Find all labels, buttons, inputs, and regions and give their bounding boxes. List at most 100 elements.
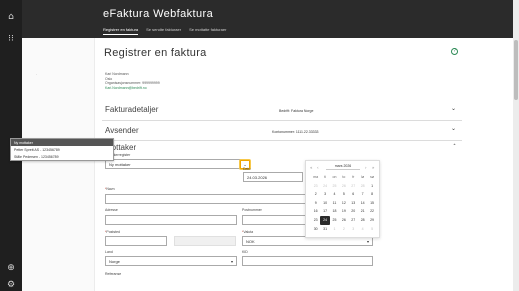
register-select[interactable]: Ny mottaker xyxy=(105,159,241,169)
calendar-day[interactable]: 4 xyxy=(358,225,367,234)
calendar-grid: ma ti on to fr lø sø 23 24 25 26 27 28 1 2 3 4 5 6 7 8 9 10 11 1… xyxy=(311,173,377,233)
tab-sent[interactable]: Se sendte fakturaer xyxy=(146,27,181,35)
dropdown-option[interactable]: Ståle Pedersen - 123456789 xyxy=(11,153,113,160)
calendar-day[interactable]: 24 xyxy=(320,182,329,191)
tab-bar: Registrer en faktura Se sendte fakturaer… xyxy=(103,27,226,35)
calendar-day[interactable]: 3 xyxy=(349,225,358,234)
currency-value: NOK xyxy=(246,239,255,244)
calendar-day[interactable]: 26 xyxy=(339,216,348,225)
calendar-day[interactable]: 28 xyxy=(358,182,367,191)
chevron-down-icon[interactable]: ⌄ xyxy=(451,105,456,112)
caret-down-icon: ▾ xyxy=(366,239,369,244)
calendar-day[interactable]: 11 xyxy=(330,199,339,208)
language-icon[interactable]: ⊕ xyxy=(6,263,16,273)
caret-down-icon: ▾ xyxy=(230,259,233,264)
calendar-day[interactable]: 21 xyxy=(358,207,367,216)
calendar-day[interactable]: 13 xyxy=(349,199,358,208)
kid-input[interactable] xyxy=(242,256,373,266)
calendar-day[interactable]: 3 xyxy=(320,190,329,199)
register-value: Ny mottaker xyxy=(109,162,131,167)
calendar-day[interactable]: 30 xyxy=(311,225,320,234)
calendar-day[interactable]: 16 xyxy=(311,207,320,216)
date-label: Dato xyxy=(243,167,251,171)
calendar-day[interactable]: 28 xyxy=(358,216,367,225)
scrollbar[interactable] xyxy=(513,0,519,291)
dropdown-option[interactable]: Ny mottaker xyxy=(11,139,113,146)
chevron-down-icon[interactable]: ⌄ xyxy=(451,125,456,132)
calendar-day[interactable]: 4 xyxy=(330,190,339,199)
calendar-day[interactable]: 12 xyxy=(339,199,348,208)
prev-month-icon[interactable]: ‹ xyxy=(317,165,319,170)
home-icon[interactable]: ⌂ xyxy=(6,12,16,22)
user-email[interactable]: Kari.Nordmann@bedrift.no xyxy=(105,86,160,91)
weekday-label: on xyxy=(332,175,337,179)
settings-icon[interactable]: ⚙ xyxy=(6,280,16,290)
calendar-day[interactable]: 18 xyxy=(330,207,339,216)
calendar-day[interactable]: 2 xyxy=(339,225,348,234)
section-invoice-details[interactable]: Fakturadetaljer Bedrift: Faktura Norge ⌄ xyxy=(102,99,462,121)
section-recipient[interactable]: Mottaker ˆ xyxy=(102,141,462,151)
calendar-day[interactable]: 14 xyxy=(358,199,367,208)
week-row: 16 17 18 19 20 21 22 xyxy=(311,207,377,216)
calendar-day[interactable]: 8 xyxy=(367,190,376,199)
calendar-day[interactable]: 7 xyxy=(358,190,367,199)
apps-grid-icon[interactable]: ⁝⁝ xyxy=(6,34,16,44)
calendar-day[interactable]: 1 xyxy=(367,182,376,191)
calendar-day[interactable]: 29 xyxy=(367,216,376,225)
tab-received[interactable]: Se mottatte fakturaer xyxy=(189,27,226,35)
calendar-day[interactable]: 5 xyxy=(367,225,376,234)
calendar-day[interactable]: 23 xyxy=(311,182,320,191)
postal-place-readonly xyxy=(174,236,236,246)
prev-year-icon[interactable]: « xyxy=(310,165,312,170)
calendar-day[interactable]: 31 xyxy=(320,225,329,234)
dropdown-option[interactable]: Petter Sprett AS - 123456789 xyxy=(11,146,113,153)
calendar-day[interactable]: 27 xyxy=(349,216,358,225)
register-dropdown-list: Ny mottaker Petter Sprett AS - 123456789… xyxy=(10,138,114,161)
user-info: Kari Nordmann Oslo Organisasjonsnummer: … xyxy=(105,72,160,90)
section-title: Fakturadetaljer xyxy=(105,105,159,114)
weekday-label: ma xyxy=(313,175,319,179)
country-select[interactable]: Norge ▾ xyxy=(105,256,237,266)
calendar-day[interactable]: 15 xyxy=(367,199,376,208)
date-picker: « ‹ mars 2026 › » ma ti on to fr lø sø 23 24 25 26… xyxy=(305,160,380,238)
calendar-day[interactable]: 23 xyxy=(311,216,320,225)
weekday-label: sø xyxy=(370,175,374,179)
calendar-day[interactable]: 2 xyxy=(311,190,320,199)
section-sender[interactable]: Avsender Kontonummer: 1111.22.33333 ⌄ xyxy=(102,121,462,141)
calendar-day[interactable]: 9 xyxy=(311,199,320,208)
scroll-thumb[interactable] xyxy=(514,40,518,100)
date-input[interactable]: 24.03.2026 xyxy=(243,172,303,182)
calendar-day[interactable]: 24 xyxy=(320,215,330,225)
reference-label: Referanse xyxy=(105,272,122,276)
country-value: Norge xyxy=(109,259,120,264)
next-month-icon[interactable]: › xyxy=(365,165,367,170)
section-info: Bedrift: Faktura Norge xyxy=(279,109,314,113)
calendar-day[interactable]: 25 xyxy=(330,216,339,225)
week-row: 9 10 11 12 13 14 15 xyxy=(311,199,377,208)
postal-place-input[interactable] xyxy=(105,236,167,246)
calendar-day[interactable]: 26 xyxy=(339,182,348,191)
calendar-day[interactable]: 25 xyxy=(330,182,339,191)
page-title: Registrer en faktura xyxy=(104,47,207,59)
main-content: Registrer en faktura ? Kari Nordmann Osl… xyxy=(95,38,465,291)
calendar-day[interactable]: 27 xyxy=(349,182,358,191)
calendar-day[interactable]: 5 xyxy=(339,190,348,199)
address-input[interactable] xyxy=(105,215,237,225)
tab-register[interactable]: Registrer en faktura xyxy=(103,27,139,35)
month-select[interactable]: mars 2026 xyxy=(326,164,360,170)
calendar-day[interactable]: 6 xyxy=(349,190,358,199)
calendar-day[interactable]: 10 xyxy=(320,199,329,208)
postal-code-label: Postnummer xyxy=(242,208,262,212)
calendar-day[interactable]: 1 xyxy=(330,225,339,234)
calendar-day[interactable]: 22 xyxy=(367,207,376,216)
help-icon[interactable]: ? xyxy=(451,48,458,55)
week-row: 2345678 xyxy=(311,190,377,199)
chevron-up-icon[interactable]: ˆ xyxy=(453,144,456,151)
calendar-day[interactable]: 17 xyxy=(320,207,329,216)
calendar-day[interactable]: 19 xyxy=(339,207,348,216)
kid-label: KID xyxy=(242,250,248,254)
week-row: 30 31 1 2 3 4 5 xyxy=(311,225,377,234)
calendar-day[interactable]: 20 xyxy=(349,207,358,216)
name-label: Navn xyxy=(106,187,115,191)
next-year-icon[interactable]: » xyxy=(372,165,374,170)
